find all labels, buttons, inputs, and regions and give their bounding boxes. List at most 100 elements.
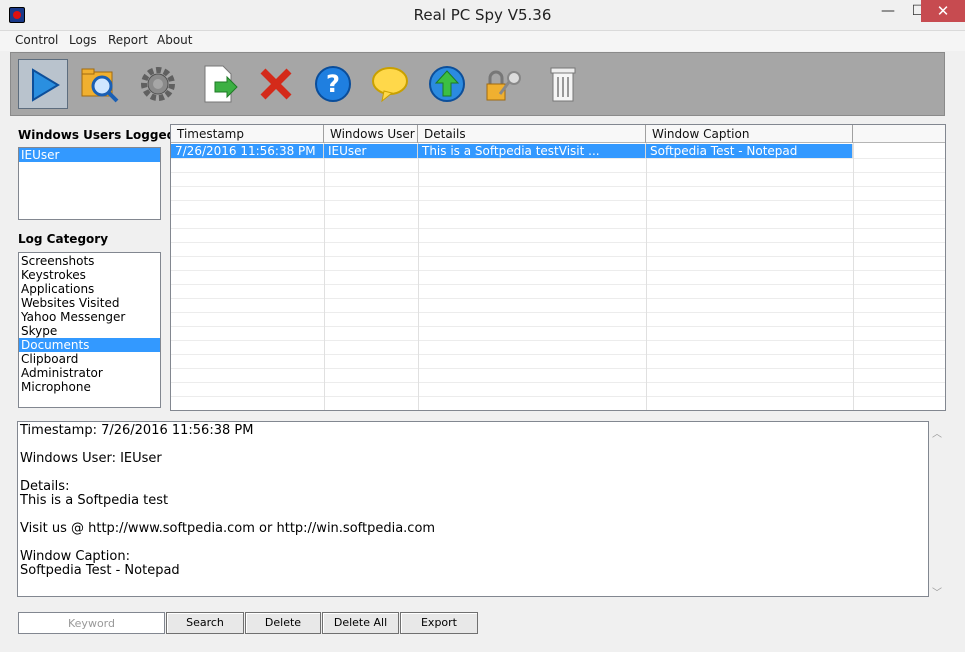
gear-icon [141,67,175,101]
keyword-input[interactable] [18,612,165,634]
title-bar: Real PC Spy V5.36 — ☐ ✕ [0,0,965,31]
col-window-caption[interactable]: Window Caption [646,125,853,143]
grid-row-line [171,172,945,173]
user-list-item[interactable]: IEUser [19,148,160,162]
category-list-item[interactable]: Applications [19,282,160,296]
toolbar: ? [10,52,945,116]
category-list-item[interactable]: Websites Visited [19,296,160,310]
table-cell: Softpedia Test - Notepad [646,144,853,158]
col-windows-user[interactable]: Windows User [324,125,418,143]
col-filler [853,125,945,143]
feedback-button[interactable] [365,59,415,109]
help-button[interactable]: ? [308,59,358,109]
play-icon [32,68,60,102]
export-button[interactable] [194,59,244,109]
detail-line: This is a Softpedia test [20,493,169,508]
grid-row-line [171,214,945,215]
password-button[interactable] [479,59,529,109]
help-icon: ? [315,66,351,102]
delete-logs-button[interactable] [251,59,301,109]
menu-about[interactable]: About [157,33,192,47]
category-list-item[interactable]: Documents [19,338,160,352]
detail-line [20,536,926,550]
delete-button[interactable]: Delete [245,612,321,634]
col-timestamp[interactable]: Timestamp [171,125,324,143]
menu-control[interactable]: Control [15,33,58,47]
grid-column-line [853,143,854,410]
scroll-down-arrow[interactable]: ﹀ [932,584,942,599]
table-row[interactable]: 7/26/2016 11:56:38 PM IEUser This is a Sof… [171,144,945,158]
grid-column-line [324,143,325,410]
update-button[interactable] [422,59,472,109]
export-document-icon [204,65,238,103]
view-logs-button[interactable] [75,59,125,109]
grid-row-line [171,228,945,229]
grid-row-line [171,158,945,159]
delete-all-button[interactable]: Delete All [322,612,399,634]
grid-row-line [171,284,945,285]
detail-line: Softpedia Test - Notepad [20,563,180,578]
grid-row-line [171,242,945,243]
grid-row-line [171,368,945,369]
category-list-item[interactable]: Keystrokes [19,268,160,282]
grid-row-line [171,396,945,397]
speech-bubble-icon [372,67,408,103]
grid-column-line [646,143,647,410]
detail-line [20,438,926,452]
log-detail-textarea[interactable]: Timestamp: 7/26/2016 11:56:38 PM Windows … [17,421,929,597]
menu-logs[interactable]: Logs [69,33,97,47]
search-folder-icon [81,68,119,103]
grid-row-line [171,340,945,341]
scroll-up-arrow[interactable]: ︿ [932,425,942,440]
grid-row-line [171,256,945,257]
export-text-button[interactable]: Export [400,612,478,634]
category-list-item[interactable]: Microphone [19,380,160,394]
grid-row-line [171,270,945,271]
category-label: Log Category [18,232,109,246]
grid-row-line [171,312,945,313]
detail-line: Windows User: IEUser [20,451,162,466]
grid-row-line [171,354,945,355]
col-details[interactable]: Details [418,125,646,143]
svg-text:?: ? [326,70,340,98]
table-cell: 7/26/2016 11:56:38 PM [171,144,324,158]
update-globe-icon [429,66,465,102]
detail-line: Window Caption: [20,549,130,564]
delete-x-icon [260,68,292,100]
users-listbox[interactable]: IEUser [18,147,161,220]
table-cell: IEUser [324,144,418,158]
grid-header: Timestamp Windows User Details Window Ca… [171,125,945,143]
category-list-item[interactable]: Skype [19,324,160,338]
window-title: Real PC Spy V5.36 [413,6,552,24]
log-grid[interactable]: Timestamp Windows User Details Window Ca… [170,124,946,411]
grid-row-line [171,410,945,411]
menu-bar: Control Logs Report About [0,31,965,51]
close-button[interactable]: ✕ [921,0,965,22]
minimize-button[interactable]: — [873,0,903,22]
search-button[interactable]: Search [166,612,244,634]
grid-row-line [171,186,945,187]
grid-row-line [171,326,945,327]
lock-key-icon [486,70,521,101]
detail-line [20,466,926,480]
menu-report[interactable]: Report [108,33,148,47]
category-list-item[interactable]: Screenshots [19,254,160,268]
category-list-item[interactable]: Administrator [19,366,160,380]
start-monitoring-button[interactable] [18,59,68,109]
detail-line: Details: [20,479,70,494]
detail-line [20,508,926,522]
grid-column-line [418,143,419,410]
category-list-item[interactable]: Yahoo Messenger [19,310,160,324]
grid-row-line [171,382,945,383]
grid-row-line [171,200,945,201]
category-listbox[interactable]: Screenshots Keystrokes Applications Website… [18,252,161,408]
grid-row-line [171,298,945,299]
detail-line: Visit us @ http://www.softpedia.com or h… [20,521,436,536]
clear-all-button[interactable] [538,59,588,109]
trash-icon [550,67,576,102]
settings-button[interactable] [133,59,183,109]
category-list-item[interactable]: Clipboard [19,352,160,366]
table-cell: This is a Softpedia testVisit ... [418,144,646,158]
detail-line: Timestamp: 7/26/2016 11:56:38 PM [20,423,254,438]
users-label: Windows Users Logged [18,128,176,142]
